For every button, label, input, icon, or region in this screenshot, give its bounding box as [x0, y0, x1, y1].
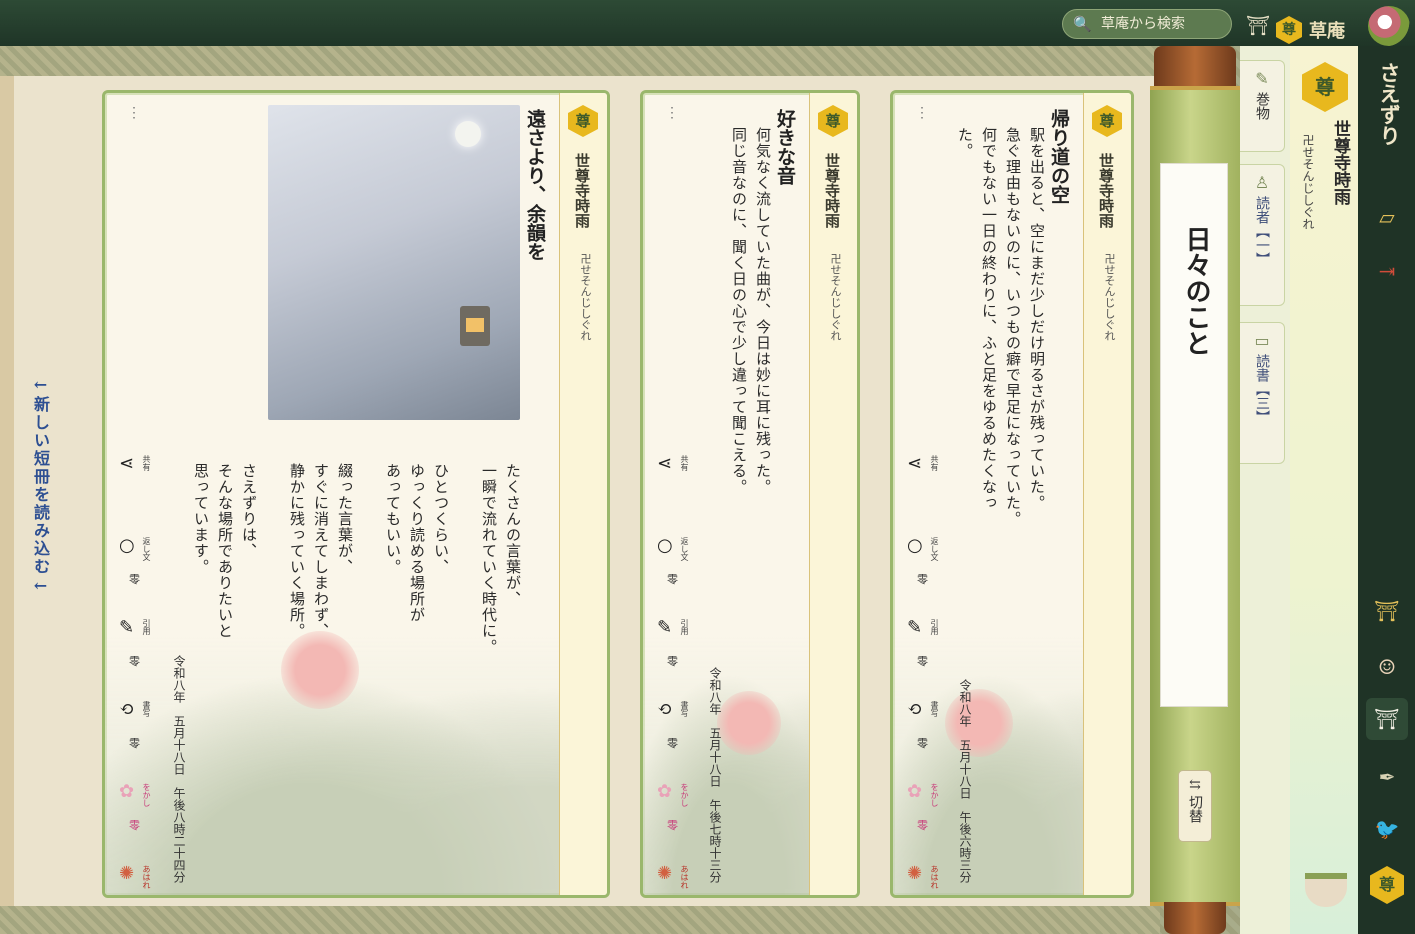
brocade-border-bottom: [0, 906, 1160, 934]
tab-reading[interactable]: ▭ 読書【三】: [1240, 322, 1285, 464]
post-body: 駅を出ると、空にまだ少しだけ明るさが残っていた。 急ぐ理由もないのに、いつもの癖で…: [956, 127, 1046, 527]
repost-icon: ⟲: [119, 699, 135, 720]
brand-name[interactable]: 草庵: [1309, 17, 1345, 43]
author-name[interactable]: 世尊寺時雨: [572, 153, 593, 228]
brush-icon: ✎: [1255, 69, 1269, 88]
side-tabs: ✎ 巻物 ♙ 読者【一】 ▭ 読書【三】: [1240, 46, 1290, 934]
book-icon: ▭: [1254, 331, 1270, 350]
action-bar: ⋖共有 ○返し文零 ✎引用零 ⟲書写零 ✿をかし零 ✺あはれ零: [907, 453, 951, 895]
writing-board-icon[interactable]: ▱: [1370, 200, 1404, 234]
tab-makimono[interactable]: ✎ 巻物: [1240, 60, 1285, 152]
post-image[interactable]: [268, 105, 520, 420]
share-icon: ⋖: [907, 453, 923, 474]
image-moon: [455, 121, 481, 147]
tanzaku-card: 尊 世尊寺時雨 卍せそんじしぐれ ⋮ 帰り道の空 駅を出ると、空にまだ少しだけ明…: [890, 90, 1134, 898]
post-title: 遠さより、余韻を: [524, 109, 546, 261]
aware-button[interactable]: ✺あはれ零: [119, 863, 163, 895]
cherry-blossom-icon: ✿: [907, 781, 923, 802]
right-rail: [1358, 46, 1415, 934]
load-more-link[interactable]: ←新しい短冊を読み込む←: [28, 375, 52, 597]
more-menu-icon[interactable]: ⋮: [127, 105, 141, 121]
action-bar: ⋖共有 ○返し文零 ✎引用零 ⟲書写零 ✿をかし零 ✺あはれ零: [657, 453, 701, 895]
copy-button[interactable]: ⟲ 書写零: [907, 699, 951, 781]
scroll-title: 日々のこと: [1181, 226, 1211, 356]
okashi-button[interactable]: ✿ をかし零: [119, 781, 163, 863]
tab-readers[interactable]: ♙ 読者【一】: [1240, 164, 1285, 306]
reply-button[interactable]: ○ 返し文零: [119, 535, 163, 617]
share-button[interactable]: ⋖ 共有: [657, 453, 701, 535]
author-reading: 卍せそんじしぐれ: [579, 253, 592, 341]
quote-button[interactable]: ✎ 引用零: [119, 617, 163, 699]
brocade-border-top: [0, 46, 1160, 76]
exit-icon[interactable]: ⇥: [1370, 254, 1404, 288]
copy-button[interactable]: ⟲ 書写零: [119, 699, 163, 781]
person-icon: ♙: [1254, 173, 1270, 192]
search-icon: 🔍: [1073, 15, 1092, 33]
shrine-icon[interactable]: ⛩: [1246, 14, 1270, 37]
bird-logo-icon: [1368, 6, 1410, 46]
maple-leaf-icon: ✺: [907, 863, 923, 884]
sun-decoration: [945, 689, 1013, 757]
search-input[interactable]: 🔍 草庵から検索: [1062, 9, 1232, 39]
swap-icon: ⇆: [1189, 777, 1201, 793]
author-name[interactable]: 世尊寺時雨: [1096, 153, 1117, 228]
author-reading: 卍せそんじしぐれ: [829, 253, 842, 341]
cherry-blossom-icon: ✿: [119, 781, 135, 802]
quote-button[interactable]: ✎ 引用零: [907, 617, 951, 699]
action-bar: ⋖共有 ○返し文零 ✎引用零 ⟲書写零 ✿をかし零 ✺あはれ零: [119, 453, 163, 895]
portrait-icon[interactable]: ☺: [1370, 650, 1404, 684]
post-title: 好きな音: [774, 109, 796, 185]
share-button[interactable]: ⋖ 共有: [907, 453, 951, 535]
author-reading: 卍せそんじしぐれ: [1103, 253, 1116, 341]
image-lantern-light: [466, 318, 484, 332]
repost-icon: ⟲: [907, 699, 923, 720]
reply-button[interactable]: ○ 返し文零: [657, 535, 701, 617]
speech-bubble-icon: ○: [119, 535, 135, 556]
bird-icon[interactable]: 🐦: [1370, 812, 1404, 846]
copy-button[interactable]: ⟲ 書写零: [657, 699, 701, 781]
speech-bubble-icon: ○: [657, 535, 673, 556]
quill-icon: ✎: [119, 617, 135, 638]
more-menu-icon[interactable]: ⋮: [665, 105, 679, 121]
post-body: たくさんの言葉が、 一瞬で流れていく時代に。 ひとつくらい、 ゆっくり読める場所が あっ…: [192, 463, 522, 655]
sun-decoration: [717, 691, 781, 755]
cherry-blossom-icon: ✿: [657, 781, 673, 802]
post-date: 令和八年 五月十八日 午後八時二十四分: [172, 655, 186, 883]
maple-leaf-icon: ✺: [657, 863, 673, 884]
okashi-button[interactable]: ✿ をかし零: [907, 781, 951, 863]
more-menu-icon[interactable]: ⋮: [915, 105, 929, 121]
quill-icon: ✎: [657, 617, 673, 638]
ink-brush-icon[interactable]: ✒: [1370, 760, 1404, 794]
share-icon: ⋖: [119, 453, 135, 474]
scroll-left-edge: [0, 76, 14, 906]
author-name[interactable]: 世尊寺時雨: [822, 153, 843, 228]
reply-button[interactable]: ○ 返し文零: [907, 535, 951, 617]
share-icon: ⋖: [657, 453, 673, 474]
speech-bubble-icon: ○: [907, 535, 923, 556]
post-title: 帰り道の空: [1048, 109, 1070, 204]
aware-button[interactable]: ✺あはれ零: [907, 863, 951, 895]
roller-cap-bottom: [1164, 902, 1226, 934]
home-shrine-icon[interactable]: ⛩: [1366, 698, 1408, 740]
profile-name[interactable]: 世尊寺時雨: [1328, 120, 1353, 205]
repost-icon: ⟲: [657, 699, 673, 720]
tanzaku-card: 尊 世尊寺時雨 卍せそんじしぐれ ⋮ 好きな音 何気なく流していた曲が、今日は妙…: [640, 90, 860, 898]
okashi-button[interactable]: ✿ をかし零: [657, 781, 701, 863]
app-name[interactable]: さえずり: [1374, 62, 1404, 146]
quote-button[interactable]: ✎ 引用零: [657, 617, 701, 699]
post-date: 令和八年 五月十八日 午後七時十三分: [708, 667, 722, 883]
post-date: 令和八年 五月十八日 午後六時三分: [958, 679, 972, 883]
switch-button[interactable]: ⇆ 切替: [1178, 770, 1212, 842]
post-body: 何気なく流していた曲が、今日は妙に耳に残った。 同じ音なのに、聞く日の心で少し違っ…: [730, 127, 772, 495]
maple-leaf-icon: ✺: [119, 863, 135, 884]
profile-reading: 卍せそんじしぐれ: [1301, 134, 1315, 230]
shrine-gate-icon[interactable]: ⛩: [1370, 594, 1404, 628]
aware-button[interactable]: ✺あはれ零: [657, 863, 701, 895]
quill-icon: ✎: [907, 617, 923, 638]
share-button[interactable]: ⋖ 共有: [119, 453, 163, 535]
